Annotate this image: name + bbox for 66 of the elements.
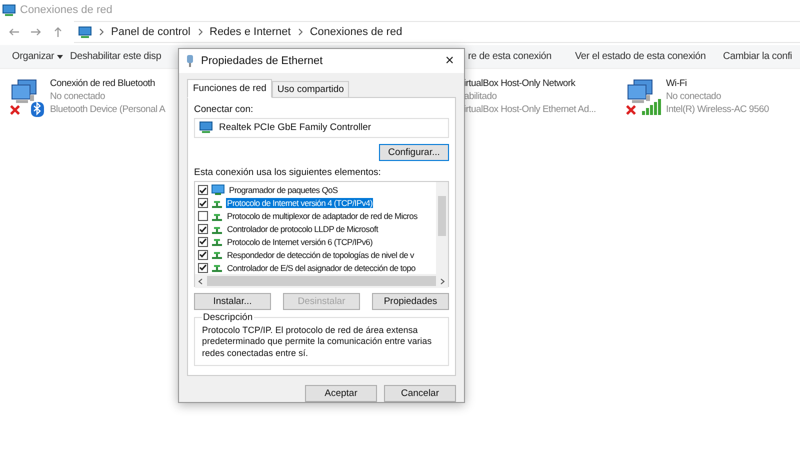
network-folder-icon bbox=[78, 26, 92, 38]
list-label: Esta conexión usa los siguientes elementos: bbox=[194, 166, 382, 178]
protocol-icon bbox=[211, 262, 223, 274]
close-button[interactable]: × bbox=[443, 52, 456, 70]
chevron-icon bbox=[98, 28, 105, 36]
forward-arrow-icon[interactable] bbox=[30, 26, 42, 38]
back-arrow-icon[interactable] bbox=[8, 26, 20, 38]
plug-icon bbox=[185, 54, 195, 68]
list-item[interactable]: Controlador de E/S del asignador de detección de topo bbox=[226, 262, 416, 273]
network-folder-icon bbox=[2, 4, 16, 16]
connection-device: Intel(R) Wireless-AC 9560 bbox=[666, 103, 769, 116]
command-button[interactable]: re de esta conexión bbox=[468, 51, 575, 62]
list-item[interactable]: Respondedor de detección de topologías de nivel de v bbox=[226, 250, 415, 260]
checkbox[interactable] bbox=[198, 250, 208, 260]
tab[interactable]: Funciones de red bbox=[187, 78, 272, 98]
list-item[interactable]: Protocolo de multiplexor de adaptador de red de Micros bbox=[226, 211, 418, 222]
address-bar[interactable]: Panel de control Redes e Internet Conexiones de red bbox=[74, 21, 800, 43]
breadcrumb-item[interactable]: Panel de control bbox=[111, 26, 190, 38]
protocol-icon bbox=[211, 236, 223, 248]
adapter-icon bbox=[199, 121, 213, 134]
command-button[interactable]: Ver el estado de esta conexión bbox=[575, 51, 723, 62]
list-item[interactable]: Protocolo de Internet versión 4 (TCP/IPv4) bbox=[226, 198, 374, 208]
command-button[interactable]: Cambiar la confi bbox=[723, 51, 800, 62]
description-text: Protocolo TCP/IP. El protocolo de red de área extensa predeterminado que permite la comunicación entre varias redes conectadas entre sí. bbox=[202, 324, 433, 360]
list-item[interactable]: Programador de paquetes QoS bbox=[228, 185, 339, 196]
connection-device: Bluetooth Device (Personal A bbox=[50, 103, 166, 116]
window-title: Conexiones de red bbox=[20, 4, 112, 16]
checkbox[interactable] bbox=[198, 198, 208, 208]
connection-status: abilitado bbox=[464, 90, 498, 103]
chevron-icon bbox=[196, 28, 204, 36]
command-button[interactable]: Deshabilitar este disp bbox=[70, 51, 176, 62]
checkbox[interactable] bbox=[198, 224, 208, 234]
connection-status: No conectado bbox=[50, 90, 106, 103]
vertical-scrollbar[interactable] bbox=[436, 182, 448, 274]
scroll-right-icon[interactable] bbox=[440, 278, 445, 285]
checkbox[interactable] bbox=[198, 262, 208, 273]
tab[interactable]: Uso compartido bbox=[272, 80, 349, 98]
horizontal-scrollbar[interactable] bbox=[195, 274, 448, 288]
connection-status: No conectado bbox=[666, 90, 722, 103]
dialog-title: Propiedades de Ethernet bbox=[201, 54, 324, 67]
connection-name[interactable]: irtualBox Host-Only Network bbox=[464, 77, 596, 90]
protocol-icon bbox=[211, 249, 223, 260]
action-button[interactable]: Propiedades bbox=[372, 292, 449, 310]
list-item[interactable]: Controlador de protocolo LLDP de Microsoft bbox=[226, 224, 379, 234]
chevron-icon bbox=[296, 28, 304, 36]
configure-button[interactable]: Configurar... bbox=[379, 144, 449, 161]
group-title: Descripción bbox=[202, 312, 254, 323]
connection-name[interactable]: Conexión de red Bluetooth bbox=[50, 77, 166, 90]
dialog-button[interactable]: Cancelar bbox=[384, 385, 456, 402]
monitor-icon bbox=[211, 184, 225, 196]
scroll-left-icon[interactable] bbox=[198, 278, 203, 285]
adapter-name: Realtek PCIe GbE Family Controller bbox=[219, 122, 372, 134]
command-button[interactable]: Organizar bbox=[12, 51, 70, 62]
action-button[interactable]: Instalar... bbox=[194, 292, 271, 310]
checkbox[interactable] bbox=[198, 185, 208, 196]
breadcrumb-item[interactable]: Redes e Internet bbox=[210, 26, 291, 38]
checkbox[interactable] bbox=[198, 211, 208, 222]
list-item[interactable]: Protocolo de Internet versión 6 (TCP/IPv6) bbox=[226, 236, 374, 247]
connection-name[interactable]: Wi-Fi bbox=[666, 77, 769, 90]
up-arrow-icon[interactable] bbox=[52, 26, 64, 38]
breadcrumb-item[interactable]: Conexiones de red bbox=[310, 26, 402, 38]
checkbox[interactable] bbox=[198, 236, 208, 247]
dialog-button[interactable]: Aceptar bbox=[305, 385, 377, 402]
connection-device: irtualBox Host-Only Ethernet Ad... bbox=[464, 103, 596, 116]
caret-icon bbox=[57, 54, 64, 58]
field-label: Conectar con: bbox=[194, 104, 254, 115]
